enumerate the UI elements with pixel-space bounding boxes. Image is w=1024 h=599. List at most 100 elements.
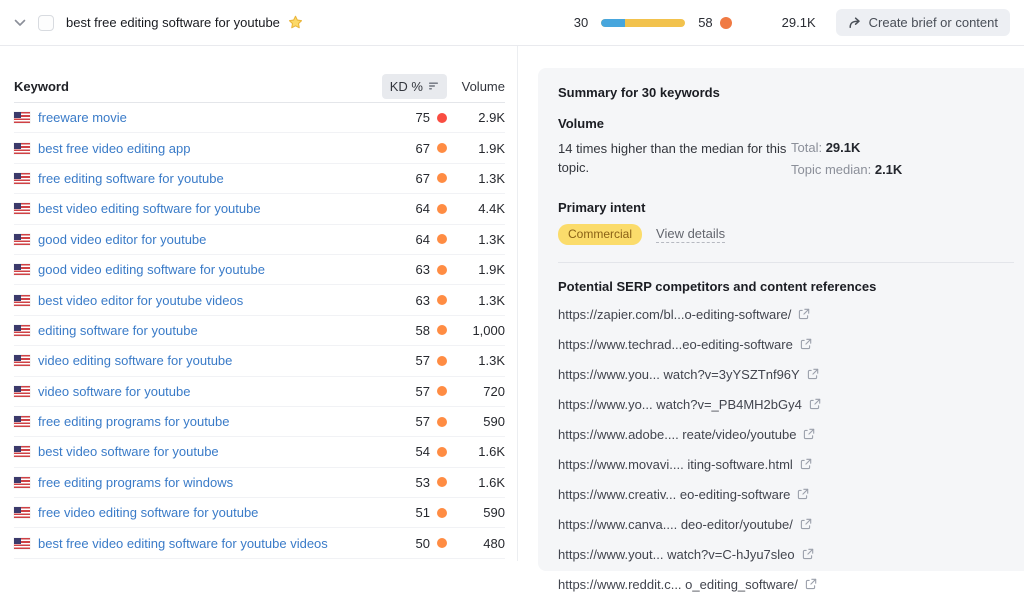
external-link-icon[interactable]	[805, 578, 817, 590]
summary-title: Summary for 30 keywords	[558, 85, 1014, 100]
kd-low-value: 30	[574, 15, 588, 30]
external-link-icon[interactable]	[800, 338, 812, 350]
serp-url-list: https://zapier.com/bl...o-editing-softwa…	[558, 299, 1014, 599]
view-details-link[interactable]: View details	[656, 226, 725, 243]
external-link-icon[interactable]	[803, 428, 815, 440]
serp-url-link[interactable]: https://www.reddit.c... o_editing_softwa…	[558, 577, 798, 592]
column-header-kd[interactable]: KD %	[382, 74, 447, 99]
keyword-link[interactable]: best video software for youtube	[38, 444, 219, 459]
us-flag-icon	[14, 234, 30, 245]
serp-url-row: https://www.you... watch?v=3yYSZTnf96Y	[558, 359, 1014, 389]
serp-url-link[interactable]: https://www.adobe.... reate/video/youtub…	[558, 427, 796, 442]
kd-difficulty-dot	[720, 17, 732, 29]
external-link-icon[interactable]	[802, 548, 814, 560]
keyword-link[interactable]: good video editor for youtube	[38, 232, 206, 247]
external-link-icon[interactable]	[807, 368, 819, 380]
column-header-keyword: Keyword	[14, 79, 367, 94]
volume-value: 720	[447, 384, 505, 399]
keyword-link[interactable]: video editing software for youtube	[38, 353, 232, 368]
column-header-kd-wrap: KD %	[367, 74, 447, 99]
table-row: best free video editing software for you…	[14, 528, 505, 558]
serp-url-link[interactable]: https://www.techrad...eo-editing-softwar…	[558, 337, 793, 352]
serp-url-row: https://www.creativ... eo-editing-softwa…	[558, 479, 1014, 509]
external-link-icon[interactable]	[800, 518, 812, 530]
kd-dot	[437, 234, 447, 244]
table-row: video editing software for youtube 57 1.…	[14, 346, 505, 376]
serp-url-row: https://zapier.com/bl...o-editing-softwa…	[558, 299, 1014, 329]
table-row: free video editing software for youtube …	[14, 498, 505, 528]
keyword-link[interactable]: freeware movie	[38, 110, 127, 125]
kd-value: 64	[416, 232, 430, 247]
table-row: editing software for youtube 58 1,000	[14, 316, 505, 346]
topic-checkbox[interactable]	[38, 15, 54, 31]
serp-url-link[interactable]: https://www.you... watch?v=3yYSZTnf96Y	[558, 367, 800, 382]
forward-arrow-icon	[848, 16, 862, 29]
keyword-link[interactable]: video software for youtube	[38, 384, 190, 399]
kd-value: 51	[416, 505, 430, 520]
serp-url-row: https://www.techrad...eo-editing-softwar…	[558, 329, 1014, 359]
serp-url-link[interactable]: https://www.canva.... deo-editor/youtube…	[558, 517, 793, 532]
us-flag-icon	[14, 416, 30, 427]
serp-url-row: https://www.movavi.... iting-software.ht…	[558, 449, 1014, 479]
serp-url-link[interactable]: https://www.movavi.... iting-software.ht…	[558, 457, 793, 472]
kd-dot	[437, 173, 447, 183]
serp-url-row: https://www.yo... watch?v=_PB4MH2bGy4	[558, 389, 1014, 419]
topic-metrics: 30 58 29.1K Create brief or content	[574, 9, 1010, 36]
star-icon[interactable]	[288, 15, 303, 30]
create-brief-label: Create brief or content	[869, 15, 998, 30]
intent-badge: Commercial	[558, 224, 642, 245]
external-link-icon[interactable]	[800, 458, 812, 470]
primary-intent-label: Primary intent	[558, 200, 1014, 215]
table-row: best video editing software for youtube …	[14, 194, 505, 224]
us-flag-icon	[14, 477, 30, 488]
topic-title: best free editing software for youtube	[66, 15, 280, 30]
volume-section-label: Volume	[558, 116, 1014, 131]
keyword-link[interactable]: free editing programs for windows	[38, 475, 233, 490]
us-flag-icon	[14, 538, 30, 549]
keyword-link[interactable]: best video editing software for youtube	[38, 201, 261, 216]
kd-value: 57	[416, 384, 430, 399]
table-row: good video editing software for youtube …	[14, 255, 505, 285]
topbar: best free editing software for youtube 3…	[0, 0, 1024, 46]
us-flag-icon	[14, 203, 30, 214]
kd-value: 63	[416, 262, 430, 277]
keyword-link[interactable]: free editing software for youtube	[38, 171, 224, 186]
table-header: Keyword KD % Volume	[14, 70, 505, 103]
keyword-link[interactable]: best free video editing app	[38, 141, 191, 156]
volume-value: 1.9K	[447, 262, 505, 277]
serp-url-link[interactable]: https://www.yo... watch?v=_PB4MH2bGy4	[558, 397, 802, 412]
serp-url-row: https://www.canva.... deo-editor/youtube…	[558, 509, 1014, 539]
keyword-link[interactable]: free editing programs for youtube	[38, 414, 230, 429]
external-link-icon[interactable]	[797, 488, 809, 500]
volume-value: 2.9K	[447, 110, 505, 125]
create-brief-button[interactable]: Create brief or content	[836, 9, 1010, 36]
table-row: video software for youtube 57 720	[14, 377, 505, 407]
kd-dot	[437, 538, 447, 548]
kd-value: 54	[416, 444, 430, 459]
keyword-link[interactable]: best video editor for youtube videos	[38, 293, 243, 308]
table-row: best video editor for youtube videos 63 …	[14, 285, 505, 315]
volume-value: 590	[447, 505, 505, 520]
topic-median-label: Topic median:	[791, 162, 871, 177]
kd-high-value: 58	[698, 15, 712, 30]
keyword-link[interactable]: good video editing software for youtube	[38, 262, 265, 277]
topic-median-value: 2.1K	[875, 162, 902, 177]
serp-url-link[interactable]: https://www.creativ... eo-editing-softwa…	[558, 487, 790, 502]
kd-dot	[437, 417, 447, 427]
us-flag-icon	[14, 355, 30, 366]
serp-url-link[interactable]: https://zapier.com/bl...o-editing-softwa…	[558, 307, 791, 322]
keyword-link[interactable]: editing software for youtube	[38, 323, 198, 338]
table-row: free editing programs for windows 53 1.6…	[14, 468, 505, 498]
us-flag-icon	[14, 295, 30, 306]
us-flag-icon	[14, 112, 30, 123]
external-link-icon[interactable]	[798, 308, 810, 320]
serp-url-link[interactable]: https://www.yout... watch?v=C-hJyu7sleo	[558, 547, 795, 562]
chevron-down-icon[interactable]	[14, 19, 26, 27]
primary-intent-row: Commercial View details	[558, 224, 1014, 245]
keyword-link[interactable]: best free video editing software for you…	[38, 536, 328, 551]
kd-value: 58	[416, 323, 430, 338]
us-flag-icon	[14, 264, 30, 275]
external-link-icon[interactable]	[809, 398, 821, 410]
serp-url-row: https://www.reddit.c... o_editing_softwa…	[558, 569, 1014, 599]
keyword-link[interactable]: free video editing software for youtube	[38, 505, 258, 520]
